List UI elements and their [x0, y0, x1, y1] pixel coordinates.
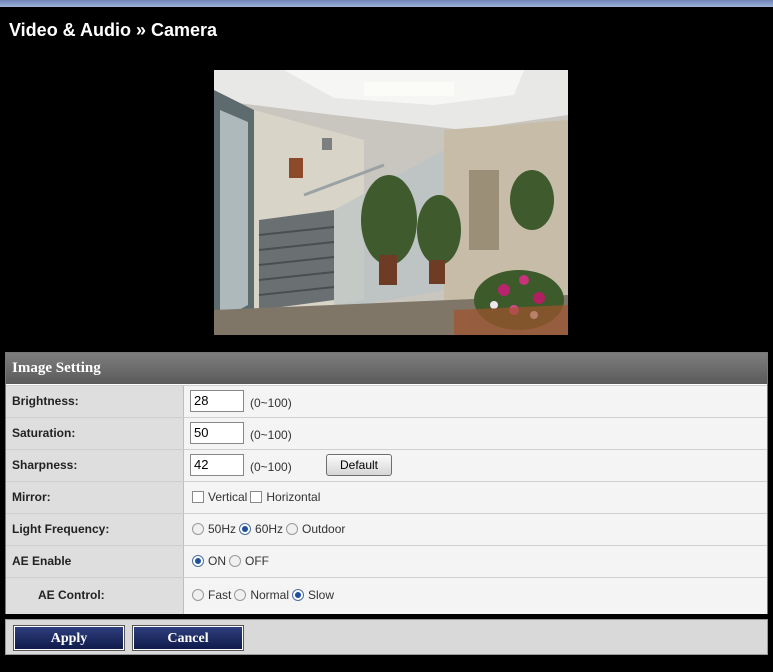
ae-enable-row: AE Enable ON OFF: [6, 545, 767, 577]
ae-normal-label: Normal: [250, 588, 290, 602]
light-frequency-row: Light Frequency: 50Hz 60Hz Outdoor: [6, 513, 767, 545]
ae-off-radio[interactable]: [229, 555, 241, 567]
sharpness-row: Sharpness: 42 (0~100) Default: [6, 449, 767, 481]
top-accent-bar: [0, 0, 773, 7]
action-bar: Apply Cancel: [5, 619, 768, 655]
saturation-range: (0~100): [250, 428, 292, 442]
ae-on-label: ON: [208, 554, 226, 568]
sharpness-input[interactable]: 42: [190, 454, 244, 476]
ae-on-radio[interactable]: [192, 555, 204, 567]
brightness-input[interactable]: 28: [190, 390, 244, 412]
mirror-horizontal-label: Horizontal: [266, 490, 321, 504]
mirror-label: Mirror:: [6, 482, 184, 513]
mirror-vertical-label: Vertical: [208, 490, 248, 504]
apply-button[interactable]: Apply: [13, 625, 125, 651]
sharpness-label: Sharpness:: [6, 450, 184, 481]
light-50hz-label: 50Hz: [208, 522, 237, 536]
camera-preview: [214, 70, 568, 335]
brightness-label: Brightness:: [6, 386, 184, 417]
light-outdoor-label: Outdoor: [302, 522, 346, 536]
image-setting-header: Image Setting: [6, 353, 767, 384]
ae-enable-label: AE Enable: [6, 546, 184, 577]
sharpness-range: (0~100): [250, 460, 292, 474]
camera-preview-image: [214, 70, 568, 335]
mirror-horizontal-checkbox[interactable]: [250, 491, 263, 503]
ae-control-row: AE Control: Fast Normal Slow: [6, 577, 767, 614]
ae-off-label: OFF: [245, 554, 269, 568]
ae-enable-value-cell: ON OFF: [184, 546, 767, 577]
light-50hz-radio[interactable]: [192, 523, 204, 535]
light-frequency-value-cell: 50Hz 60Hz Outdoor: [184, 514, 767, 545]
saturation-value-cell: 50 (0~100): [184, 418, 767, 449]
page-title: Video & Audio » Camera: [9, 20, 218, 40]
light-60hz-radio[interactable]: [239, 523, 252, 535]
ae-control-label: AE Control:: [6, 578, 184, 614]
ae-slow-label: Slow: [308, 588, 335, 602]
ae-normal-radio[interactable]: [234, 589, 247, 601]
saturation-label: Saturation:: [6, 418, 184, 449]
saturation-input[interactable]: 50: [190, 422, 244, 444]
mirror-vertical-checkbox[interactable]: [192, 491, 204, 503]
mirror-row: Mirror: Vertical Horizontal: [6, 481, 767, 513]
ae-fast-radio[interactable]: [192, 589, 204, 601]
default-button[interactable]: Default: [326, 454, 392, 476]
light-frequency-label: Light Frequency:: [6, 514, 184, 545]
ae-fast-label: Fast: [208, 588, 232, 602]
light-60hz-label: 60Hz: [255, 522, 284, 536]
saturation-row: Saturation: 50 (0~100): [6, 417, 767, 449]
sharpness-value-cell: 42 (0~100) Default: [184, 450, 767, 481]
brightness-row: Brightness: 28 (0~100): [6, 385, 767, 417]
ae-control-value-cell: Fast Normal Slow: [184, 578, 767, 614]
brightness-value-cell: 28 (0~100): [184, 386, 767, 417]
light-outdoor-radio[interactable]: [286, 523, 299, 535]
brightness-range: (0~100): [250, 396, 292, 410]
mirror-value-cell: Vertical Horizontal: [184, 482, 767, 513]
ae-slow-radio[interactable]: [292, 589, 305, 601]
image-setting-panel: Image Setting Brightness: 28 (0~100) Sat…: [5, 352, 768, 614]
cancel-button[interactable]: Cancel: [132, 625, 244, 651]
